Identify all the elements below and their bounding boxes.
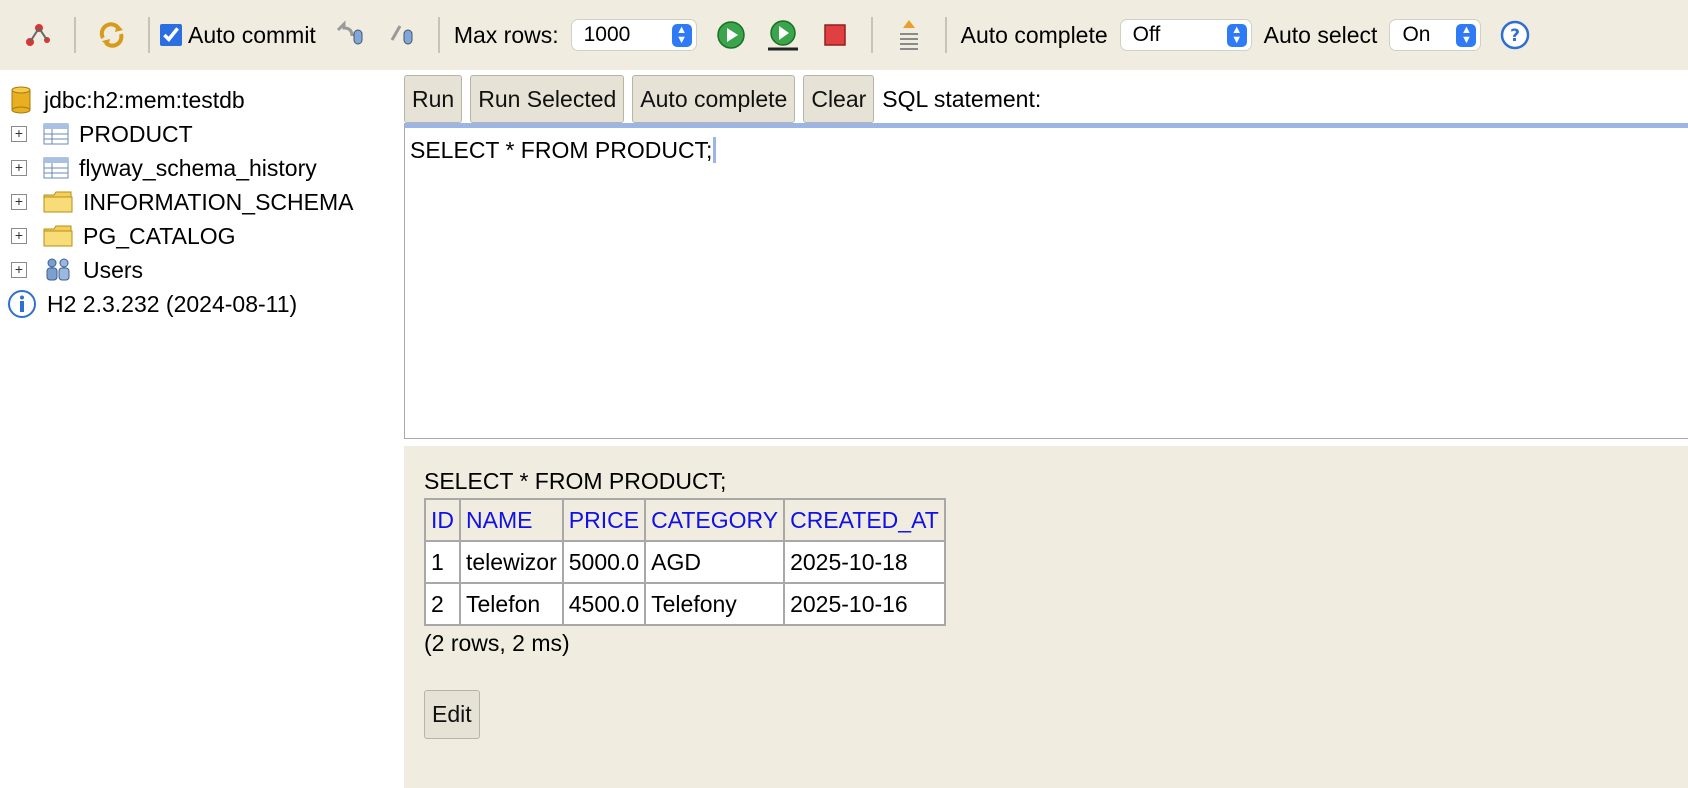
database-icon <box>10 86 32 114</box>
max-rows-label: Max rows: <box>453 21 559 48</box>
info-icon <box>7 289 37 319</box>
tree-item-pg-catalog[interactable]: + PG_CATALOG <box>0 219 236 253</box>
column-header[interactable]: PRICE <box>561 498 647 542</box>
query-toolbar: Run Run Selected Auto complete Clear SQL… <box>404 70 1688 128</box>
refresh-icon[interactable] <box>94 17 130 53</box>
expand-icon[interactable]: + <box>11 228 27 244</box>
expand-icon[interactable]: + <box>11 126 27 142</box>
sql-editor[interactable]: SELECT * FROM PRODUCT; <box>404 123 1688 439</box>
auto-select-value: On <box>1402 23 1431 46</box>
table-icon <box>43 123 69 145</box>
auto-commit-check[interactable] <box>160 24 182 46</box>
tree-item-label: flyway_schema_history <box>79 154 317 181</box>
results-table: ID NAME PRICE CATEGORY CREATED_AT 1 tele… <box>424 498 946 626</box>
tree-item-information-schema[interactable]: + INFORMATION_SCHEMA <box>0 185 353 219</box>
chevron-up-down-icon: ▲ ▼ <box>671 24 692 47</box>
run-button[interactable]: Run <box>404 75 463 123</box>
column-header[interactable]: NAME <box>459 498 564 542</box>
edit-button[interactable]: Edit <box>424 690 480 739</box>
tree-item-label: Users <box>83 256 144 283</box>
users-icon <box>43 256 73 284</box>
tree-connection[interactable]: jdbc:h2:mem:testdb <box>10 83 245 117</box>
auto-commit-checkbox[interactable]: Auto commit <box>160 22 316 49</box>
tree-item-label: PG_CATALOG <box>83 222 236 249</box>
tree-item-flyway-schema-history[interactable]: + flyway_schema_history <box>0 151 317 185</box>
chevron-up-down-icon: ▲ ▼ <box>1456 24 1477 47</box>
table-icon <box>43 157 69 179</box>
expand-icon[interactable]: + <box>11 262 27 278</box>
auto-commit-label: Auto commit <box>188 21 316 48</box>
table-cell: 4500.0 <box>561 582 647 626</box>
disconnect-icon[interactable] <box>20 17 56 53</box>
tree-version: H2 2.3.232 (2024-08-11) <box>7 287 297 321</box>
run-selected-button[interactable]: Run Selected <box>470 75 625 123</box>
svg-text:?: ? <box>1511 26 1521 46</box>
table-cell: 2025-10-16 <box>783 582 946 626</box>
auto-select-select[interactable]: On ▲ ▼ <box>1389 19 1482 51</box>
sql-statement-label: SQL statement: <box>882 85 1042 112</box>
tree-item-label: INFORMATION_SCHEMA <box>83 188 354 215</box>
chevron-up-down-icon: ▲ ▼ <box>1226 24 1247 47</box>
table-row: 1 telewizor 5000.0 AGD 2025-10-18 <box>424 540 946 584</box>
table-cell: Telefon <box>459 582 564 626</box>
max-rows-value: 1000 <box>583 23 631 46</box>
version-label: H2 2.3.232 (2024-08-11) <box>47 290 298 317</box>
auto-select-label: Auto select <box>1263 21 1378 48</box>
table-cell: telewizor <box>459 540 564 584</box>
auto-complete-button[interactable]: Auto complete <box>632 75 796 123</box>
column-header[interactable]: CATEGORY <box>644 498 786 542</box>
max-rows-select[interactable]: 1000 ▲ ▼ <box>570 19 697 51</box>
tree-item-label: PRODUCT <box>79 120 193 147</box>
run-icon[interactable] <box>713 17 749 53</box>
tree-item-users[interactable]: + Users <box>0 253 143 287</box>
toolbar-separator <box>148 17 150 53</box>
column-header[interactable]: ID <box>424 498 461 542</box>
stop-icon[interactable] <box>817 17 853 53</box>
row-count-status: (2 rows, 2 ms) <box>424 630 570 656</box>
table-cell: 5000.0 <box>561 540 647 584</box>
commit-icon[interactable] <box>384 17 420 53</box>
object-tree: jdbc:h2:mem:testdb + PRODUCT + flyway_sc… <box>0 70 404 788</box>
clear-button[interactable]: Clear <box>803 75 875 123</box>
tree-item-product[interactable]: + PRODUCT <box>0 117 193 151</box>
table-cell: Telefony <box>644 582 786 626</box>
toolbar-separator <box>944 17 947 53</box>
auto-complete-label: Auto complete <box>960 21 1108 48</box>
auto-complete-select[interactable]: Off ▲ ▼ <box>1119 19 1252 51</box>
result-sql-echo: SELECT * FROM PRODUCT; <box>424 468 727 494</box>
connection-label: jdbc:h2:mem:testdb <box>44 86 245 113</box>
toolbar-separator <box>74 17 76 53</box>
table-cell: 1 <box>424 540 461 584</box>
sql-text: SELECT * FROM PRODUCT; <box>410 137 713 163</box>
table-cell: AGD <box>644 540 786 584</box>
help-icon[interactable]: ? <box>1497 17 1533 53</box>
text-cursor <box>713 137 717 163</box>
toolbar-separator <box>870 17 873 53</box>
table-cell: 2025-10-18 <box>783 540 946 584</box>
toolbar: Auto commit Max rows: 1000 ▲ ▼ Auto comp… <box>0 0 1688 70</box>
expand-icon[interactable]: + <box>11 194 27 210</box>
toolbar-separator <box>437 17 440 53</box>
table-row: 2 Telefon 4500.0 Telefony 2025-10-16 <box>424 582 946 626</box>
folder-icon <box>43 224 73 248</box>
expand-icon[interactable]: + <box>11 160 27 176</box>
folder-icon <box>43 190 73 214</box>
results-panel: SELECT * FROM PRODUCT; ID NAME PRICE CAT… <box>404 446 1688 788</box>
auto-complete-value: Off <box>1132 23 1161 46</box>
history-icon[interactable] <box>891 17 927 53</box>
table-cell: 2 <box>424 582 461 626</box>
table-header-row: ID NAME PRICE CATEGORY CREATED_AT <box>424 498 946 542</box>
run-selected-icon[interactable] <box>765 17 801 53</box>
column-header[interactable]: CREATED_AT <box>783 498 946 542</box>
rollback-icon[interactable] <box>332 17 368 53</box>
